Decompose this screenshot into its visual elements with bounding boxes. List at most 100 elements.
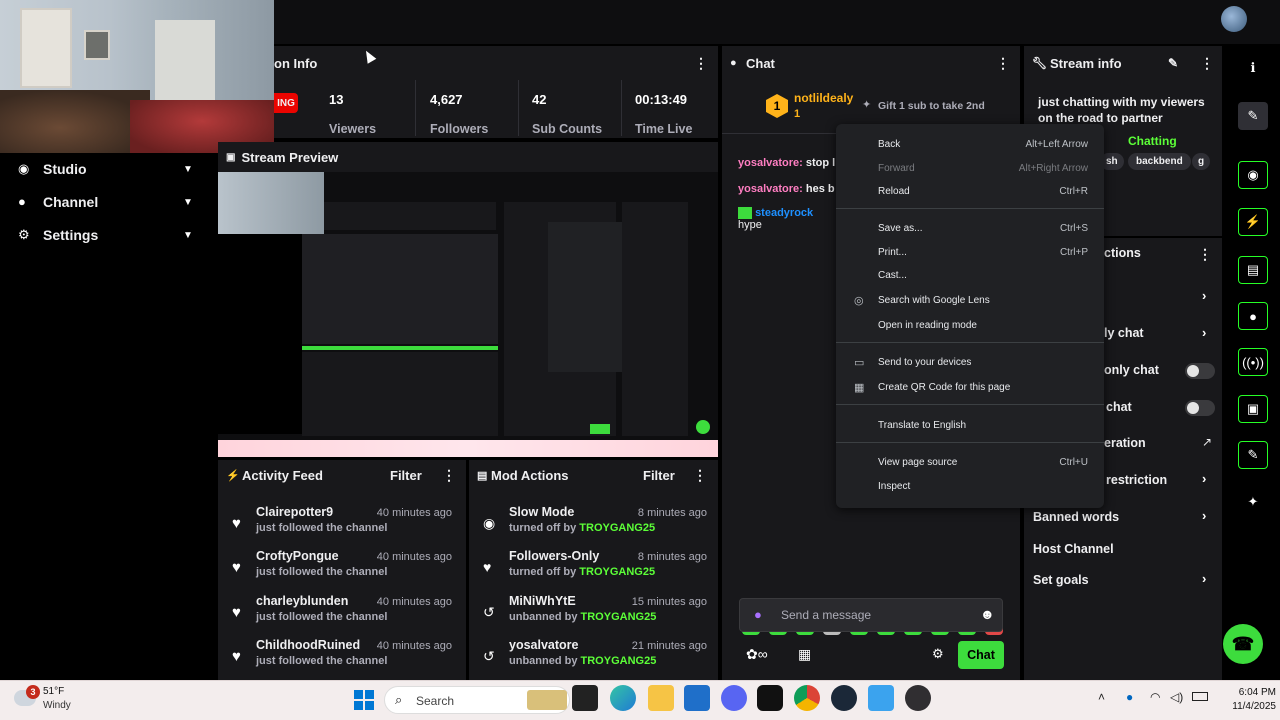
- quick-action-label[interactable]: restriction: [1106, 473, 1167, 487]
- mod-action-by[interactable]: TROYGANG25: [581, 655, 657, 667]
- help-fab[interactable]: ☎: [1223, 624, 1263, 664]
- quick-action-label[interactable]: chat: [1106, 400, 1132, 414]
- gift-user[interactable]: notlildealy: [794, 91, 853, 105]
- mod-actions-more-icon[interactable]: ⋮: [693, 467, 707, 484]
- chat-input[interactable]: ● Send a message ☻: [739, 598, 1003, 632]
- start-icon[interactable]: [354, 690, 374, 710]
- volume-icon[interactable]: ◁): [1170, 690, 1183, 704]
- toggle-switch[interactable]: [1185, 400, 1215, 416]
- broadcast-icon[interactable]: ((•)): [1238, 348, 1268, 376]
- sidebar-item-channel[interactable]: ● Channel ▼: [0, 186, 215, 218]
- tag-pill[interactable]: backbend: [1128, 153, 1191, 170]
- feed-user[interactable]: charleyblunden: [256, 594, 348, 608]
- lightning-icon[interactable]: ⚡: [1238, 208, 1268, 236]
- quick-action-label[interactable]: Host Channel: [1033, 542, 1114, 556]
- quick-actions-more-icon[interactable]: ⋮: [1198, 246, 1212, 263]
- wrench-icon[interactable]: ✎: [1238, 441, 1268, 469]
- store-icon[interactable]: ▦: [798, 646, 811, 663]
- obs-icon[interactable]: [905, 685, 931, 711]
- chevron-right-icon[interactable]: ›: [1202, 508, 1206, 523]
- menu-item-forward[interactable]: Forward Alt+Right Arrow: [836, 157, 1104, 179]
- microphone-tray-icon[interactable]: ●: [1126, 690, 1133, 704]
- chevron-right-icon[interactable]: ›: [1202, 571, 1206, 586]
- feed-user[interactable]: ChildhoodRuined: [256, 638, 360, 652]
- steam-icon[interactable]: [831, 685, 857, 711]
- gift-text[interactable]: Gift 1 sub to take 2nd: [878, 100, 985, 112]
- menu-item-view-source[interactable]: View page source Ctrl+U: [836, 451, 1104, 473]
- quick-action-label[interactable]: Banned words: [1033, 510, 1119, 524]
- extensions-icon[interactable]: ✦: [1238, 488, 1268, 516]
- tag-pill[interactable]: g: [1192, 153, 1211, 170]
- activity-feed-filter[interactable]: Filter: [390, 468, 422, 483]
- chat-username[interactable]: yosalvatore:: [738, 157, 803, 169]
- info-icon[interactable]: ℹ: [1238, 54, 1268, 82]
- menu-item-translate[interactable]: Translate to English: [836, 414, 1104, 436]
- mod-action-by[interactable]: TROYGANG25: [579, 566, 655, 578]
- edit-icon[interactable]: ✎: [1168, 56, 1178, 70]
- mod-action-by[interactable]: TROYGANG25: [581, 611, 657, 623]
- discord-icon[interactable]: [721, 685, 747, 711]
- weather-widget[interactable]: 3 51°F Windy: [14, 684, 134, 716]
- menu-item-print[interactable]: Print... Ctrl+P: [836, 241, 1104, 263]
- menu-item-reload[interactable]: Reload Ctrl+R: [836, 180, 1104, 202]
- microphone-icon[interactable]: ●: [754, 607, 762, 622]
- menu-item-inspect[interactable]: Inspect: [836, 475, 1104, 497]
- mod-action-name[interactable]: yosalvatore: [509, 638, 578, 652]
- chat-more-icon[interactable]: ⋮: [996, 55, 1010, 72]
- activity-feed-more-icon[interactable]: ⋮: [442, 467, 456, 484]
- chat-bubble-icon[interactable]: ●: [1238, 302, 1268, 330]
- chat-send-button[interactable]: Chat: [958, 641, 1004, 669]
- clock-time[interactable]: 6:04 PM: [1222, 687, 1276, 698]
- mod-actions-filter[interactable]: Filter: [643, 468, 675, 483]
- chevron-right-icon[interactable]: ›: [1202, 288, 1206, 303]
- sidebar-item-settings[interactable]: ⚙ Settings ▼: [0, 219, 215, 251]
- quick-action-label[interactable]: Set goals: [1033, 573, 1089, 587]
- wifi-icon[interactable]: ◠: [1150, 690, 1160, 704]
- file-explorer-icon[interactable]: [648, 685, 674, 711]
- chevron-right-icon[interactable]: ›: [1202, 471, 1206, 486]
- mod-action-by[interactable]: TROYGANG25: [579, 522, 655, 534]
- quick-action-label[interactable]: ly chat: [1104, 326, 1144, 340]
- layout-icon[interactable]: ▣: [1238, 395, 1268, 423]
- edit-stream-icon[interactable]: ✎: [1238, 102, 1268, 130]
- menu-item-qr-code[interactable]: ▦ Create QR Code for this page: [836, 376, 1104, 398]
- mod-action-name[interactable]: MiNiWhYtE: [509, 594, 576, 608]
- screen: on Info ⋮ ING 13 Viewers 4,627 Followers 4…: [0, 0, 1280, 720]
- notepad-icon[interactable]: [868, 685, 894, 711]
- chat-settings-icon[interactable]: ⚙: [932, 646, 944, 662]
- chat-username[interactable]: yosalvatore:: [738, 183, 803, 195]
- edge-icon[interactable]: [610, 685, 636, 711]
- feed-user[interactable]: Clairepotter9: [256, 505, 333, 519]
- battery-icon[interactable]: [1192, 692, 1208, 701]
- chat-username[interactable]: steadyrock: [755, 207, 813, 219]
- tray-chevron-icon[interactable]: ˄: [1098, 690, 1105, 704]
- document-icon[interactable]: ▤: [1238, 256, 1268, 284]
- task-view-icon[interactable]: [572, 685, 598, 711]
- sidebar-item-studio[interactable]: ◉ Studio ▼: [0, 153, 215, 185]
- menu-item-reading-mode[interactable]: Open in reading mode: [836, 314, 1104, 336]
- chevron-right-icon[interactable]: ›: [1202, 325, 1206, 340]
- chat-points-icon[interactable]: ✿∞: [746, 646, 768, 663]
- camera-icon[interactable]: ◉: [1238, 161, 1268, 189]
- clock-date[interactable]: 11/4/2025: [1222, 701, 1276, 712]
- menu-item-send-to-devices[interactable]: ▭ Send to your devices: [836, 351, 1104, 373]
- taskbar-search[interactable]: ⌕ Search: [384, 686, 570, 714]
- external-link-icon[interactable]: ↗: [1202, 435, 1212, 449]
- quick-action-label[interactable]: only chat: [1104, 363, 1159, 377]
- stream-category[interactable]: Chatting: [1128, 134, 1177, 148]
- stream-info-more-icon[interactable]: ⋮: [1200, 55, 1214, 72]
- menu-item-google-lens[interactable]: ◎ Search with Google Lens: [836, 289, 1104, 311]
- menu-item-back[interactable]: Back Alt+Left Arrow: [836, 133, 1104, 155]
- emoji-icon[interactable]: ☻: [980, 606, 995, 622]
- stream-stats-more-icon[interactable]: ⋮: [694, 55, 708, 72]
- menu-item-save-as[interactable]: Save as... Ctrl+S: [836, 217, 1104, 239]
- profile-avatar[interactable]: [1221, 6, 1247, 32]
- stream-preview-video[interactable]: [218, 172, 718, 457]
- quick-action-label[interactable]: eration: [1104, 436, 1146, 450]
- capcut-icon[interactable]: [757, 685, 783, 711]
- chrome-icon[interactable]: [794, 685, 820, 711]
- menu-item-cast[interactable]: Cast...: [836, 264, 1104, 286]
- feed-user[interactable]: CroftyPongue: [256, 549, 339, 563]
- toggle-switch[interactable]: [1185, 363, 1215, 379]
- store-app-icon[interactable]: [684, 685, 710, 711]
